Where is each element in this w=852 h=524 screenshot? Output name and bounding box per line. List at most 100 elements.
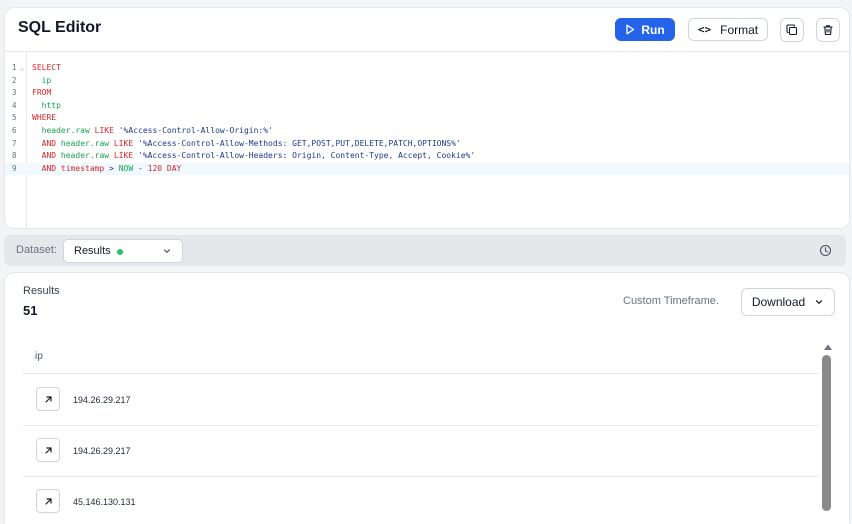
run-button[interactable]: Run [615, 18, 675, 41]
line-number: 6 [12, 126, 17, 135]
results-panel: Results 51 Custom Timeframe. Download ip… [4, 272, 850, 524]
row-divider [23, 425, 819, 426]
code-text: SELECT [32, 62, 61, 75]
code-text: http [32, 100, 61, 113]
table-row-ip: 45.146.130.131 [73, 497, 136, 507]
open-row-button[interactable] [36, 387, 60, 411]
editor-header: SQL Editor Run <> Format [5, 8, 849, 52]
code-text: FROM [32, 87, 51, 100]
code-token: ip [41, 75, 52, 85]
play-icon [626, 24, 635, 35]
code-token: NOW [118, 163, 134, 173]
dataset-select[interactable]: Results [63, 239, 183, 263]
open-row-button[interactable] [36, 438, 60, 462]
code-token: SELECT [32, 63, 61, 72]
timeframe-label: Custom Timeframe. [623, 295, 719, 307]
code-token: AND [41, 151, 57, 161]
code-token: header.raw [41, 126, 90, 135]
code-token: WHERE [32, 113, 57, 123]
open-row-button[interactable] [36, 489, 60, 513]
trash-icon [823, 25, 833, 36]
code-token: - [133, 163, 148, 173]
line-number: 2 [12, 75, 17, 85]
column-header-ip[interactable]: ip [35, 351, 43, 362]
page: SQL Editor Run <> Format 1 ⌄ SELECT 2 ip… [0, 0, 852, 524]
code-text: AND header.raw LIKE '%Access-Control-All… [32, 150, 476, 163]
code-line[interactable]: 4 http [5, 100, 849, 113]
chevron-down-icon [816, 300, 823, 304]
code-token: LIKE [94, 126, 114, 135]
code-line[interactable]: 5 WHERE [5, 112, 849, 125]
download-button[interactable]: Download [741, 288, 835, 316]
code-token: header.raw [60, 138, 110, 148]
line-number: 7 [12, 138, 17, 148]
code-token: '%Access-Control-Allow-Methods: GET,POST… [138, 138, 461, 148]
code-token: timestamp [60, 163, 105, 173]
code-line[interactable]: 1 ⌄ SELECT [5, 62, 849, 75]
scroll-up-arrow[interactable] [823, 343, 833, 351]
code-text: ip [32, 75, 52, 88]
code-line[interactable]: 2 ip [5, 75, 849, 88]
code-token: 120 [147, 163, 163, 173]
dataset-select-value: Results [74, 245, 111, 257]
code-text: AND timestamp > NOW - 120 DAY [32, 163, 182, 176]
line-number: 5 [12, 113, 17, 123]
results-count: 51 [23, 303, 38, 318]
code-token: LIKE [113, 138, 134, 148]
fold-chevron-icon[interactable]: ⌄ [20, 62, 24, 75]
arrow-up-right-icon [44, 395, 52, 403]
clock-icon[interactable] [819, 244, 832, 257]
arrow-up-right-icon [44, 497, 52, 505]
code-token: FROM [32, 88, 52, 98]
code-icon: <> [697, 23, 712, 36]
code-token: DAY [166, 163, 182, 173]
code-token: http [41, 100, 61, 110]
delete-button[interactable] [816, 18, 840, 42]
code-line[interactable]: 6 header.raw LIKE '%Access-Control-Allow… [5, 125, 849, 138]
sql-editor-panel: SQL Editor Run <> Format 1 ⌄ SELECT 2 ip… [4, 7, 850, 229]
format-button[interactable]: <> Format [688, 18, 768, 41]
code-editor[interactable]: 1 ⌄ SELECT 2 ip 3 FROM 4 http 5 WHERE 6 header.ra… [5, 53, 849, 228]
copy-button[interactable] [780, 18, 804, 42]
copy-icon [786, 24, 798, 36]
line-number: 1 [12, 63, 17, 72]
code-token: AND [41, 163, 57, 173]
code-line[interactable]: 8 AND header.raw LIKE '%Access-Control-A… [5, 150, 849, 163]
code-text: header.raw LIKE '%Access-Control-Allow-O… [32, 125, 273, 138]
results-label: Results [23, 285, 60, 297]
page-title: SQL Editor [18, 19, 102, 36]
line-number: 4 [12, 100, 17, 110]
code-line[interactable]: 3 FROM [5, 87, 849, 100]
code-line[interactable]: 9 AND timestamp > NOW - 120 DAY [5, 162, 849, 176]
code-token: '%Access-Control-Allow-Origin:%' [118, 126, 273, 135]
table-row-ip: 194.26.29.217 [73, 395, 131, 405]
dataset-bar: Dataset: Results [4, 235, 846, 266]
code-line[interactable]: 7 AND header.raw LIKE '%Access-Control-A… [5, 138, 849, 151]
download-button-label: Download [751, 295, 806, 309]
row-divider [23, 476, 819, 477]
code-token: '%Access-Control-Allow-Headers: Origin, … [138, 151, 476, 161]
chevron-down-icon [163, 249, 171, 253]
scrollbar-thumb[interactable] [822, 355, 831, 511]
line-number: 3 [12, 88, 17, 98]
table-row-ip: 194.26.29.217 [73, 446, 131, 456]
code-token: LIKE [113, 151, 134, 161]
code-text: WHERE [32, 112, 56, 125]
format-button-label: Format [720, 22, 759, 37]
status-dot [117, 249, 123, 255]
code-token: header.raw [60, 151, 110, 161]
code-token: AND [41, 138, 57, 148]
dataset-label: Dataset: [16, 244, 57, 256]
arrow-up-right-icon [44, 446, 52, 454]
code-text: AND header.raw LIKE '%Access-Control-All… [32, 138, 461, 151]
line-number: 9 [12, 163, 17, 173]
run-button-label: Run [641, 22, 665, 37]
header-divider [23, 373, 819, 374]
code-token: > [104, 163, 119, 173]
